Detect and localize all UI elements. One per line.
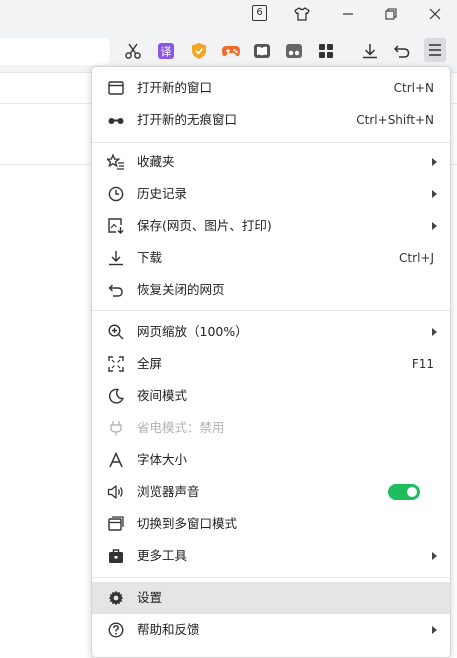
plug-icon: [107, 419, 125, 437]
submenu-arrow-icon: [432, 552, 437, 560]
sound-toggle[interactable]: [388, 484, 420, 500]
shortcut-label: Ctrl+N: [393, 81, 434, 95]
shortcut-label: Ctrl+J: [399, 251, 434, 265]
menu-item-label: 夜间模式: [137, 388, 188, 403]
menu-item-settings[interactable]: 设置: [92, 582, 450, 614]
zoom-icon: [107, 323, 125, 341]
menu-item-label: 省电模式：禁用: [137, 420, 225, 435]
menu-item-font-size[interactable]: 字体大小: [92, 444, 450, 476]
menu-item-label: 历史记录: [137, 186, 188, 201]
window-icon: [107, 79, 125, 97]
help-icon: [107, 621, 125, 639]
minimize-icon[interactable]: [326, 0, 370, 28]
download-icon: [107, 249, 125, 267]
shield-icon[interactable]: [188, 40, 210, 62]
menu-separator: [92, 577, 450, 578]
apps-grid-icon[interactable]: [315, 40, 337, 62]
submenu-arrow-icon: [432, 222, 437, 230]
undo-icon[interactable]: [391, 40, 413, 62]
menu-separator: [92, 142, 450, 143]
toggle-knob: [407, 487, 417, 497]
scissors-icon[interactable]: [122, 40, 144, 62]
address-bar[interactable]: [0, 38, 110, 65]
menu-item-label: 打开新的窗口: [137, 80, 213, 95]
star-list-icon: [107, 153, 125, 171]
font-size-icon: [107, 451, 125, 469]
menu-item-downloads[interactable]: 下载 Ctrl+J: [92, 242, 450, 274]
menu-item-label: 帮助和反馈: [137, 622, 200, 637]
multi-window-icon: [107, 515, 125, 533]
page-divider: [0, 103, 91, 104]
menu-item-more-tools[interactable]: 更多工具: [92, 540, 450, 572]
fullscreen-icon: [107, 355, 125, 373]
restore-icon[interactable]: [369, 0, 413, 28]
shortcut-label: Ctrl+Shift+N: [356, 113, 434, 127]
menu-item-night-mode[interactable]: 夜间模式: [92, 380, 450, 412]
menu-item-save[interactable]: 保存(网页、图片、打印): [92, 210, 450, 242]
reader-icon[interactable]: [251, 40, 273, 62]
menu-item-label: 打开新的无痕窗口: [137, 112, 238, 127]
close-icon[interactable]: [413, 0, 457, 28]
submenu-arrow-icon: [432, 190, 437, 198]
submenu-arrow-icon: [432, 158, 437, 166]
menu-item-label: 更多工具: [137, 548, 188, 563]
hamburger-icon: [429, 44, 441, 56]
restore-arrow-icon: [107, 281, 125, 299]
menu-item-label: 浏览器声音: [137, 484, 200, 499]
incognito-icon: [107, 111, 125, 129]
menu-item-label: 恢复关闭的网页: [137, 282, 225, 297]
menu-item-label: 切换到多窗口模式: [137, 516, 238, 531]
svg-text:译: 译: [161, 46, 172, 59]
gamepad-icon[interactable]: [220, 40, 242, 62]
menu-item-label: 保存(网页、图片、打印): [137, 218, 272, 233]
moon-icon: [107, 387, 125, 405]
skin-icon[interactable]: [280, 0, 324, 28]
menu-item-label: 字体大小: [137, 452, 188, 467]
menu-item-fullscreen[interactable]: 全屏 F11: [92, 348, 450, 380]
menu-item-label: 设置: [137, 590, 163, 605]
main-menu-button[interactable]: [424, 38, 446, 62]
clock-icon: [107, 185, 125, 203]
menu-item-history[interactable]: 历史记录: [92, 178, 450, 210]
speaker-icon: [107, 483, 125, 501]
title-bar: 6: [0, 0, 457, 28]
page-divider: [0, 164, 91, 165]
menu-item-label: 网页缩放（100%）: [137, 324, 248, 339]
menu-item-zoom[interactable]: 网页缩放（100%）: [92, 316, 450, 348]
menu-item-browser-sound[interactable]: 浏览器声音: [92, 476, 450, 508]
menu-item-label: 收藏夹: [137, 154, 175, 169]
shortcut-label: F11: [411, 357, 434, 371]
menu-item-restore-closed[interactable]: 恢复关闭的网页: [92, 274, 450, 306]
menu-item-label: 全屏: [137, 356, 163, 371]
toolbox-icon: [107, 547, 125, 565]
game-center-icon[interactable]: [283, 40, 305, 62]
menu-item-new-window[interactable]: 打开新的窗口 Ctrl+N: [92, 72, 450, 104]
menu-item-multi-window-mode[interactable]: 切换到多窗口模式: [92, 508, 450, 540]
menu-separator: [92, 310, 450, 311]
save-page-icon: [107, 217, 125, 235]
submenu-arrow-icon: [432, 328, 437, 336]
tab-count-badge[interactable]: 6: [252, 5, 267, 21]
menu-item-help-feedback[interactable]: 帮助和反馈: [92, 614, 450, 646]
menu-item-power-saving: 省电模式：禁用: [92, 412, 450, 444]
menu-item-favorites[interactable]: 收藏夹: [92, 146, 450, 178]
gear-icon: [107, 589, 125, 607]
submenu-arrow-icon: [432, 626, 437, 634]
menu-item-new-incognito-window[interactable]: 打开新的无痕窗口 Ctrl+Shift+N: [92, 104, 450, 136]
main-menu: 打开新的窗口 Ctrl+N 打开新的无痕窗口 Ctrl+Shift+N 收藏夹 …: [91, 66, 451, 658]
translate-icon[interactable]: 译: [155, 40, 177, 62]
download-icon[interactable]: [359, 40, 381, 62]
menu-item-label: 下载: [137, 250, 163, 265]
